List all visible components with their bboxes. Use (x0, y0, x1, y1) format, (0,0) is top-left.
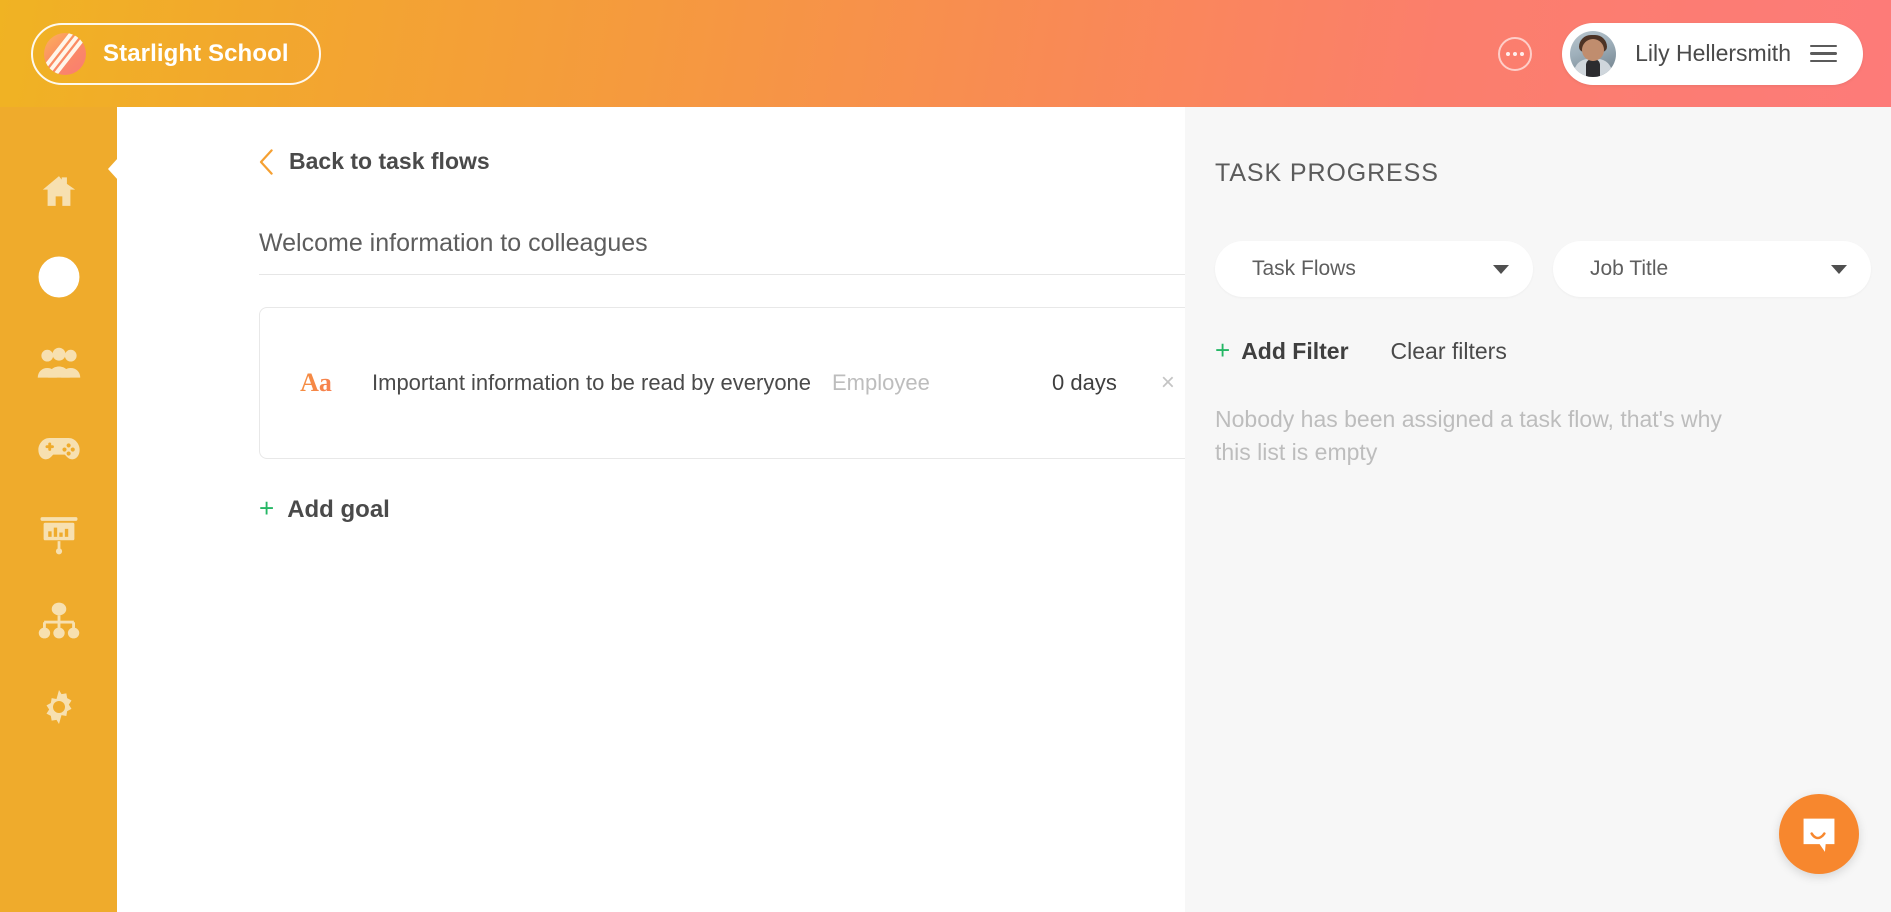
filter-actions: + Add Filter Clear filters (1215, 337, 1891, 365)
add-filter-label: Add Filter (1241, 338, 1349, 364)
goal-row[interactable]: Aa Important information to be read by e… (259, 306, 1265, 459)
ellipsis-icon[interactable] (1498, 36, 1533, 71)
panel-title: TASK PROGRESS (1215, 159, 1439, 187)
empty-state-message: Nobody has been assigned a task flow, th… (1215, 406, 1722, 465)
task-flows-select[interactable]: Task Flows (1215, 241, 1533, 297)
clear-filters-button[interactable]: Clear filters (1391, 338, 1507, 365)
job-title-select[interactable]: Job Title (1553, 241, 1871, 297)
add-goal-label: Add goal (287, 495, 390, 523)
top-header: Starlight School Lily Hellersmith (0, 0, 1891, 107)
back-to-task-flows-link[interactable]: Back to task flows (259, 148, 490, 175)
brand-logo[interactable]: Starlight School (31, 22, 321, 85)
chat-bubble-icon (1803, 818, 1835, 852)
header-actions: Lily Hellersmith (1498, 22, 1891, 85)
user-name-label: Lily Hellersmith (1635, 40, 1791, 66)
goal-assignee-label[interactable]: Employee (832, 370, 1042, 396)
chat-launcher-button[interactable] (1779, 794, 1859, 874)
add-filter-button[interactable]: + Add Filter (1215, 337, 1349, 365)
goal-name-label: Important information to be read by ever… (372, 369, 812, 395)
sidebar-item-engagement[interactable] (33, 427, 85, 471)
hamburger-menu-icon[interactable] (1810, 44, 1837, 63)
add-goal-button[interactable]: + Add goal (259, 495, 390, 524)
stripes-badge-icon (44, 32, 86, 75)
sidebar-item-people[interactable] (33, 341, 85, 385)
page-title[interactable]: Welcome information to colleagues (259, 229, 1264, 258)
flow-title-section: Welcome information to colleagues (259, 229, 1264, 275)
chevron-left-icon (259, 148, 273, 175)
back-link-label: Back to task flows (289, 148, 490, 174)
plus-icon: + (1215, 335, 1231, 365)
chevron-down-icon (1831, 264, 1847, 274)
avatar (1570, 30, 1617, 77)
app-root: Starlight School Lily Hellersmith Back t… (0, 0, 1891, 912)
sidebar-item-settings[interactable] (33, 685, 85, 729)
goal-due-days-label[interactable]: 0 days (1052, 370, 1117, 396)
task-flows-select-label: Task Flows (1252, 257, 1356, 280)
job-title-select-label: Job Title (1590, 257, 1669, 280)
main-content: Back to task flows Welcome information t… (117, 107, 1265, 912)
chevron-down-icon (1493, 264, 1509, 274)
close-icon[interactable]: × (1161, 370, 1175, 395)
left-sidebar (0, 107, 117, 912)
text-goal-type-icon: Aa (260, 368, 372, 398)
sidebar-item-home[interactable] (33, 169, 85, 213)
brand-name: Starlight School (103, 39, 289, 67)
sidebar-item-task-flows[interactable] (33, 255, 85, 299)
sidebar-item-org-chart[interactable] (33, 599, 85, 643)
sidebar-item-reports[interactable] (33, 513, 85, 557)
user-menu[interactable]: Lily Hellersmith (1562, 22, 1863, 85)
task-progress-panel: TASK PROGRESS Task Flows Job Title + Add… (1185, 107, 1891, 912)
filters-row: Task Flows Job Title (1215, 241, 1891, 297)
plus-icon: + (259, 492, 275, 523)
